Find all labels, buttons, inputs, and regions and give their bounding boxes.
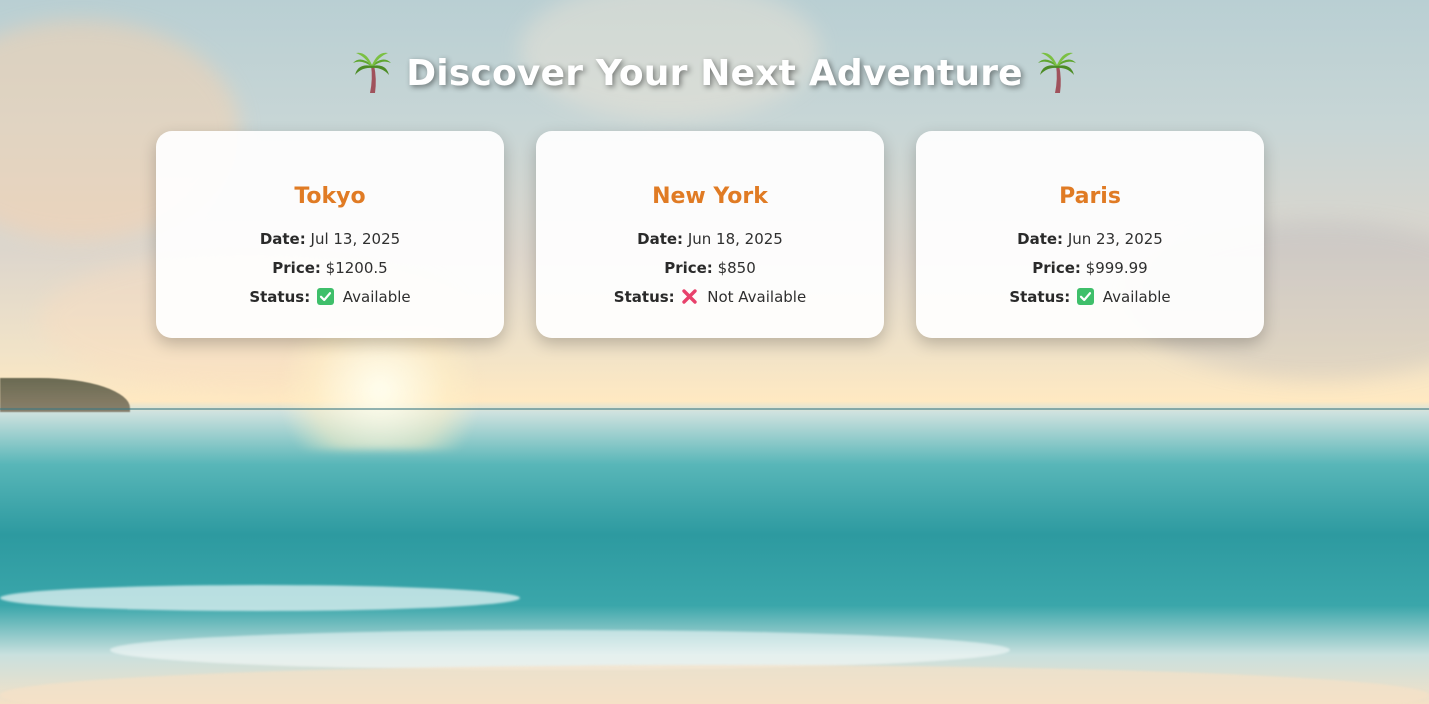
destination-card-tokyo[interactable]: Tokyo Date: Jul 13, 2025 Price: $1200.5 …	[156, 131, 504, 338]
wave-foam	[110, 630, 1010, 670]
destination-price: Price: $850	[536, 254, 884, 283]
destination-price: Price: $1200.5	[156, 254, 504, 283]
date-label: Date:	[637, 230, 684, 248]
sand-shore	[0, 665, 1429, 704]
status-value: Not Available	[707, 288, 807, 306]
horizon-line	[0, 408, 1429, 410]
destination-status: Status: Available	[916, 283, 1264, 312]
date-label: Date:	[1017, 230, 1064, 248]
palm-tree-icon	[353, 52, 392, 93]
price-value: $999.99	[1085, 259, 1148, 277]
price-label: Price:	[1032, 259, 1081, 277]
beach-sunset-background	[0, 0, 1429, 704]
distant-island	[0, 378, 130, 412]
date-label: Date:	[259, 230, 306, 248]
check-mark-icon	[316, 288, 334, 305]
wave-foam	[0, 585, 520, 611]
destination-date: Date: Jun 23, 2025	[916, 225, 1264, 254]
page-title-text: Discover Your Next Adventure	[406, 53, 1023, 94]
page-title: Discover Your Next Adventure	[0, 48, 1429, 100]
destination-city: Tokyo	[294, 184, 366, 209]
check-mark-icon	[1076, 288, 1094, 305]
cross-mark-icon	[682, 289, 698, 304]
destination-status: Status: Available	[156, 283, 504, 312]
destination-city: New York	[652, 184, 768, 209]
date-value: Jul 13, 2025	[310, 230, 401, 248]
destination-city: Paris	[1059, 184, 1121, 209]
status-value: Available	[1102, 288, 1171, 306]
sun-glow	[260, 330, 500, 450]
price-value: $850	[717, 259, 756, 277]
price-value: $1200.5	[325, 259, 388, 277]
destination-price: Price: $999.99	[916, 254, 1264, 283]
destination-card-paris[interactable]: Paris Date: Jun 23, 2025 Price: $999.99 …	[916, 131, 1264, 338]
destination-card-new-york[interactable]: New York Date: Jun 18, 2025 Price: $850 …	[536, 131, 884, 338]
destination-date: Date: Jul 13, 2025	[156, 225, 504, 254]
status-value: Available	[342, 288, 411, 306]
destination-status: Status: Not Available	[536, 283, 884, 312]
status-label: Status:	[613, 288, 675, 306]
palm-tree-icon	[1037, 52, 1076, 93]
date-value: Jun 18, 2025	[687, 230, 783, 248]
price-label: Price:	[272, 259, 321, 277]
destination-card-list: Tokyo Date: Jul 13, 2025 Price: $1200.5 …	[156, 131, 1264, 338]
status-label: Status:	[249, 288, 311, 306]
status-label: Status:	[1009, 288, 1071, 306]
destination-date: Date: Jun 18, 2025	[536, 225, 884, 254]
price-label: Price:	[664, 259, 713, 277]
date-value: Jun 23, 2025	[1067, 230, 1163, 248]
